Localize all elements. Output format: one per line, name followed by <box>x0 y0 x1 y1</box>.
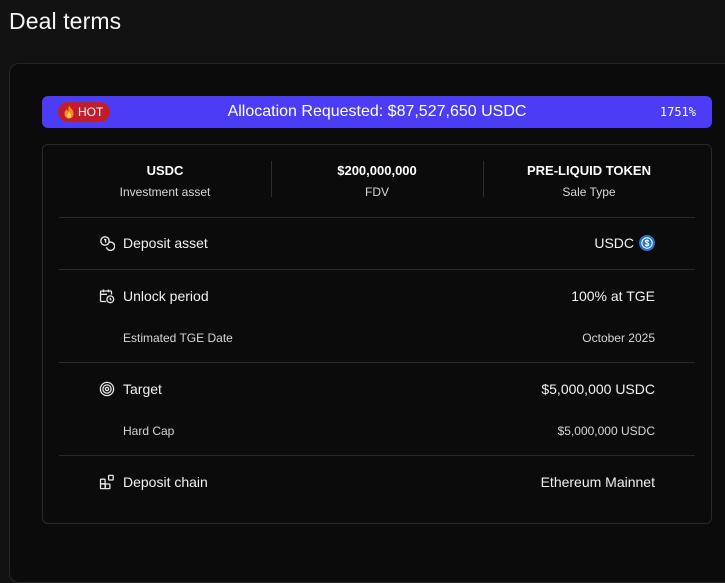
summary-label: Sale Type <box>562 185 616 199</box>
sub-label: Hard Cap <box>123 424 175 438</box>
term-row-unlock-period: Unlock period 100% at TGE <box>99 284 655 308</box>
term-row-deposit-chain: Deposit chain Ethereum Mainnet <box>99 470 655 494</box>
term-label: Deposit asset <box>123 235 208 251</box>
divider <box>59 217 695 218</box>
allocation-bar: Allocation Requested: $87,527,650 USDC H… <box>42 96 712 128</box>
coins-icon <box>99 235 116 252</box>
summary-value: USDC <box>146 163 184 178</box>
fire-icon <box>63 105 75 119</box>
term-row-deposit-asset: Deposit asset USDC <box>99 231 655 255</box>
summary-fdv: $200,000,000 FDV <box>271 145 483 217</box>
divider <box>59 362 695 363</box>
allocation-percent: 1751% <box>659 105 696 119</box>
sub-value: October 2025 <box>582 331 655 345</box>
summary-label: FDV <box>365 185 389 199</box>
sub-row-hard-cap: Hard Cap $5,000,000 USDC <box>123 421 655 441</box>
summary-value: $200,000,000 <box>337 163 417 178</box>
terms-card: USDC Investment asset $200,000,000 FDV P… <box>42 144 712 524</box>
page-title: Deal terms <box>9 8 122 34</box>
summary-label: Investment asset <box>119 185 211 199</box>
calendar-clock-icon <box>99 288 115 304</box>
summary-value: PRE-LIQUID TOKEN <box>527 163 651 178</box>
term-label: Unlock period <box>123 288 209 304</box>
sub-label: Estimated TGE Date <box>123 331 233 345</box>
allocation-requested-text: Allocation Requested: $87,527,650 USDC <box>227 103 527 120</box>
hot-badge-label: HOT <box>78 105 104 119</box>
divider <box>59 455 695 456</box>
summary-sale-type: PRE-LIQUID TOKEN Sale Type <box>483 145 695 217</box>
term-label: Target <box>123 381 162 397</box>
term-value: USDC <box>594 235 634 251</box>
term-label: Deposit chain <box>123 474 208 490</box>
sub-row-estimated-tge-date: Estimated TGE Date October 2025 <box>123 328 655 348</box>
term-value: 100% at TGE <box>571 288 655 304</box>
sub-value: $5,000,000 USDC <box>557 424 655 438</box>
hot-badge: HOT <box>58 102 111 122</box>
summary-row: USDC Investment asset $200,000,000 FDV P… <box>59 145 695 217</box>
usdc-icon <box>639 235 655 251</box>
blocks-icon <box>99 474 115 490</box>
term-value: $5,000,000 USDC <box>541 381 655 397</box>
term-row-target: Target $5,000,000 USDC <box>99 377 655 401</box>
summary-investment-asset: USDC Investment asset <box>59 145 271 217</box>
target-icon <box>99 381 115 397</box>
term-value: Ethereum Mainnet <box>540 474 655 490</box>
divider <box>59 269 695 270</box>
